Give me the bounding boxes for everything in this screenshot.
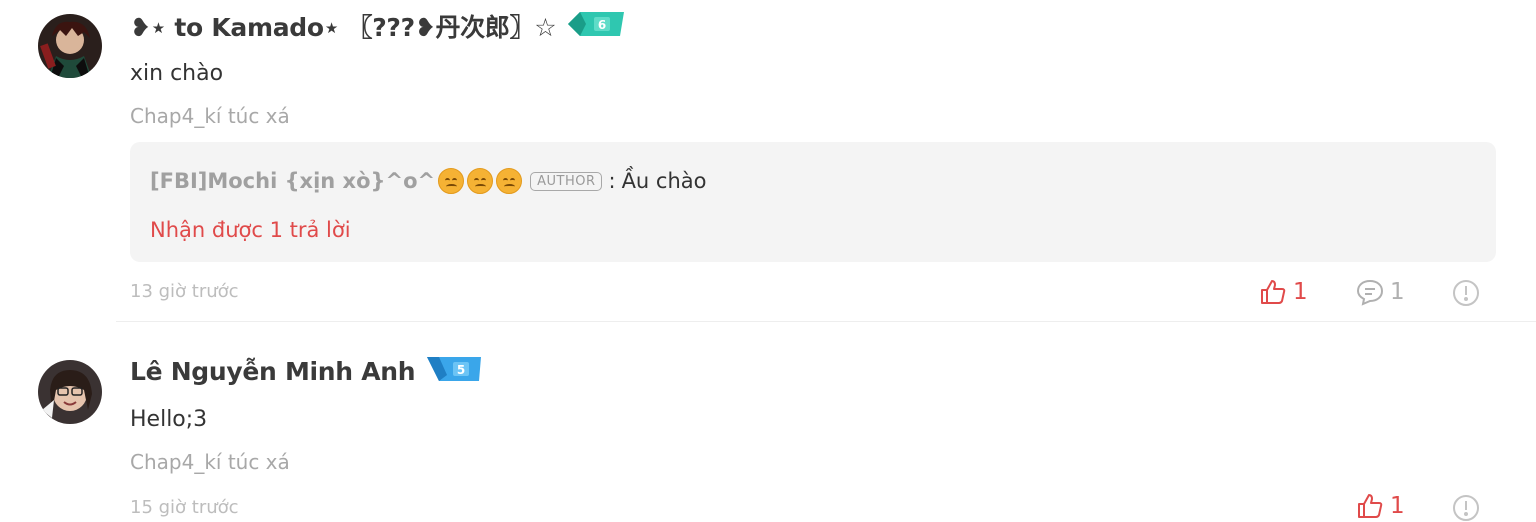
like-count: 1 xyxy=(1390,493,1405,519)
alert-circle-icon xyxy=(1453,280,1479,306)
comment-content: Hello;3 xyxy=(130,407,208,432)
thumbs-up-icon xyxy=(1358,494,1383,518)
avatar[interactable] xyxy=(38,360,102,424)
reply-count: 1 xyxy=(1390,279,1405,305)
username[interactable]: ❥⋆ to Kamado⋆ 〖???❥丹次郎〗☆ xyxy=(130,8,557,44)
level-badge: 6 xyxy=(566,10,626,42)
thumbs-up-icon xyxy=(1261,280,1286,304)
reply-button[interactable]: 1 xyxy=(1356,278,1405,306)
chapter-link[interactable]: Chap4_kí túc xá xyxy=(130,450,290,474)
timestamp: 15 giờ trước xyxy=(130,497,239,518)
username[interactable]: Lê Nguyễn Minh Anh xyxy=(130,357,416,386)
reply-author[interactable]: [FBI]Mochi {xịn xò}^o^ xyxy=(150,169,435,193)
report-button[interactable] xyxy=(1452,494,1480,522)
level-badge: 5 xyxy=(425,355,485,387)
upside-down-face-icon xyxy=(496,168,523,194)
chat-bubble-icon xyxy=(1356,279,1384,306)
upside-down-face-icon xyxy=(438,168,465,194)
like-button[interactable]: 1 xyxy=(1259,278,1308,306)
report-button[interactable] xyxy=(1452,279,1480,307)
reply-text: Ầu chào xyxy=(621,169,707,193)
reply-separator: : xyxy=(608,169,616,193)
svg-text:6: 6 xyxy=(598,18,606,32)
view-replies-link[interactable]: Nhận được 1 trả lời xyxy=(150,218,351,242)
svg-text:5: 5 xyxy=(457,363,465,377)
comment-item: ❥⋆ to Kamado⋆ 〖???❥丹次郎〗☆ 6 xin chào Chap… xyxy=(0,0,1536,322)
author-tag: AUTHOR xyxy=(530,171,603,191)
comment-content: xin chào xyxy=(130,61,224,86)
username-row: ❥⋆ to Kamado⋆ 〖???❥丹次郎〗☆ 6 xyxy=(130,8,626,44)
chapter-link[interactable]: Chap4_kí túc xá xyxy=(130,104,290,128)
upside-down-face-icon xyxy=(467,168,494,194)
reply-line: [FBI]Mochi {xịn xò}^o^ AUTHOR : Ầu chào xyxy=(150,168,707,194)
alert-circle-icon xyxy=(1453,495,1479,521)
like-count: 1 xyxy=(1293,279,1308,305)
reply-preview[interactable]: [FBI]Mochi {xịn xò}^o^ AUTHOR : Ầu chào … xyxy=(130,142,1496,262)
comment-item: Lê Nguyễn Minh Anh 5 Hello;3 Chap4_kí tú… xyxy=(0,322,1536,521)
like-button[interactable]: 1 xyxy=(1356,492,1405,520)
username-row: Lê Nguyễn Minh Anh 5 xyxy=(130,355,485,387)
avatar[interactable] xyxy=(38,14,102,78)
timestamp: 13 giờ trước xyxy=(130,281,239,302)
